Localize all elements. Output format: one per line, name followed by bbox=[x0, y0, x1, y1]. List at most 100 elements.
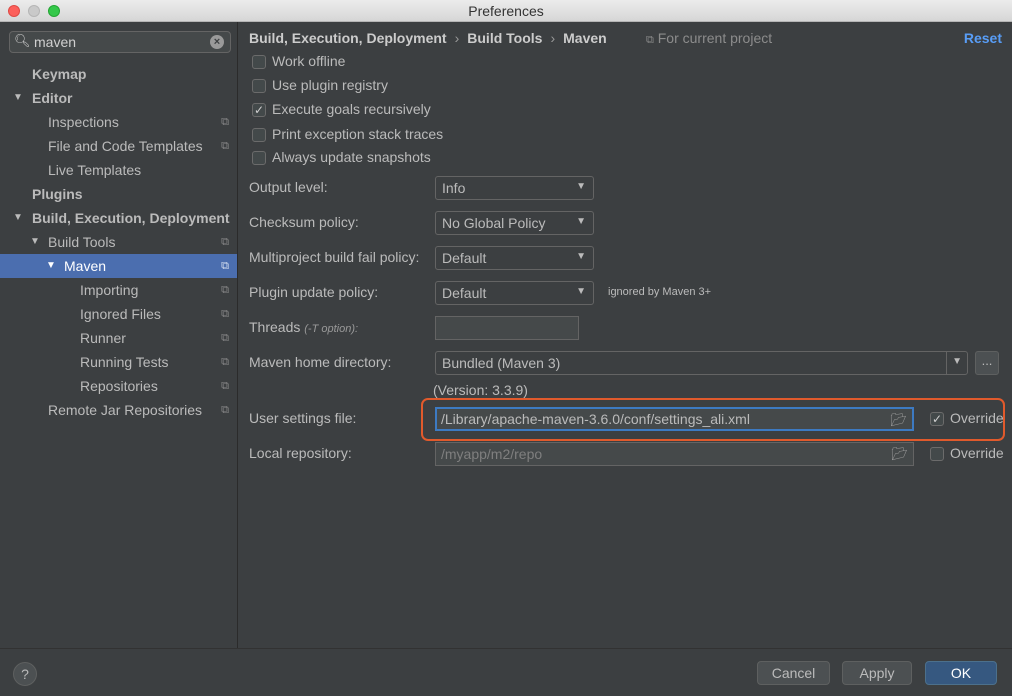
sidebar-item-label: Repositories bbox=[80, 378, 158, 394]
checkbox-label: Always update snapshots bbox=[272, 149, 431, 165]
folder-icon[interactable]: 📂︎ bbox=[891, 446, 908, 462]
settings-panel: Build, Execution, Deployment › Build Tools… bbox=[238, 22, 1012, 648]
project-scope-icon: ⧉ bbox=[221, 260, 229, 272]
clear-search-icon[interactable]: × bbox=[210, 35, 224, 49]
local-repository-field[interactable]: /myapp/m2/repo 📂︎ bbox=[435, 442, 914, 466]
sidebar-item-repositories[interactable]: Repositories ⧉ bbox=[0, 374, 237, 398]
cancel-button[interactable]: Cancel bbox=[757, 661, 830, 685]
sidebar-item-label: Build, Execution, Deployment bbox=[32, 210, 230, 226]
project-scope-icon: ⧉ bbox=[221, 284, 229, 296]
sidebar-item-keymap[interactable]: Keymap bbox=[0, 62, 237, 86]
sidebar-item-importing[interactable]: Importing ⧉ bbox=[0, 278, 237, 302]
sidebar-item-label: Importing bbox=[80, 282, 139, 298]
dialog-footer: ? Cancel Apply OK bbox=[0, 648, 1012, 696]
checkbox-label: Work offline bbox=[272, 53, 346, 69]
user-settings-value: /Library/apache-maven-3.6.0/conf/setting… bbox=[441, 411, 750, 427]
sidebar-item-file-and-code-templates[interactable]: File and Code Templates ⧉ bbox=[0, 134, 237, 158]
checkbox-box[interactable]: ✓ bbox=[930, 412, 944, 426]
expand-triangle-icon[interactable]: ▼ bbox=[13, 206, 23, 230]
expand-triangle-icon[interactable]: ▼ bbox=[30, 230, 40, 254]
checkbox-box[interactable] bbox=[252, 79, 266, 93]
sidebar-item-label: Runner bbox=[80, 330, 126, 346]
expand-triangle-icon[interactable]: ▼ bbox=[46, 254, 56, 278]
window-title: Preferences bbox=[468, 3, 544, 19]
project-scope-icon: ⧉ bbox=[221, 116, 229, 128]
sidebar-item-label: Live Templates bbox=[48, 162, 142, 178]
plugin-update-policy-label: Plugin update policy: bbox=[249, 284, 379, 300]
search-input[interactable]: 🔍︎ maven × bbox=[9, 31, 231, 53]
folder-icon[interactable]: 📂︎ bbox=[890, 412, 907, 428]
sidebar-item-build-tools[interactable]: ▼ Build Tools ⧉ bbox=[0, 230, 237, 254]
user-settings-label: User settings file: bbox=[249, 410, 357, 426]
breadcrumb-item: Build, Execution, Deployment bbox=[249, 30, 447, 46]
breadcrumb-separator-icon: › bbox=[550, 30, 556, 46]
ok-button[interactable]: OK bbox=[925, 661, 997, 685]
checkbox-label: Use plugin registry bbox=[272, 77, 388, 93]
apply-button[interactable]: Apply bbox=[842, 661, 912, 685]
maven-home-label: Maven home directory: bbox=[249, 354, 392, 370]
sidebar-item-remote-jar-repositories[interactable]: Remote Jar Repositories ⧉ bbox=[0, 398, 237, 422]
sidebar-item-label: Inspections bbox=[48, 114, 119, 130]
search-icon: 🔍︎ bbox=[14, 33, 31, 48]
title-bar: Preferences bbox=[0, 0, 1012, 22]
expand-triangle-icon[interactable]: ▼ bbox=[13, 86, 23, 110]
sidebar-item-runner[interactable]: Runner ⧉ bbox=[0, 326, 237, 350]
user-settings-field[interactable]: /Library/apache-maven-3.6.0/conf/setting… bbox=[435, 407, 914, 431]
checkbox-box[interactable] bbox=[252, 55, 266, 69]
sidebar-item-plugins[interactable]: Plugins bbox=[0, 182, 237, 206]
checkbox-box[interactable] bbox=[930, 447, 944, 461]
output-level-label: Output level: bbox=[249, 179, 328, 195]
reset-link[interactable]: Reset bbox=[964, 30, 1002, 46]
checkbox-box[interactable] bbox=[252, 128, 266, 142]
sidebar-item-label: Remote Jar Repositories bbox=[48, 402, 203, 418]
multiproject-fail-policy-select[interactable]: Default ▼ bbox=[435, 246, 594, 270]
breadcrumb-separator-icon: › bbox=[454, 30, 460, 46]
multiproject-fail-policy-label: Multiproject build fail policy: bbox=[249, 249, 420, 265]
checkbox-label: Execute goals recursively bbox=[272, 101, 431, 117]
sidebar-item-label: Plugins bbox=[32, 186, 83, 202]
sidebar-item-build-execution-deployment[interactable]: ▼ Build, Execution, Deployment bbox=[0, 206, 237, 230]
checkbox-label: Print exception stack traces bbox=[272, 126, 444, 142]
breadcrumb-item: Maven bbox=[563, 30, 607, 46]
checkbox-label: Override bbox=[950, 445, 1004, 461]
combo-divider bbox=[946, 352, 947, 374]
output-level-select[interactable]: Info ▼ bbox=[435, 176, 594, 200]
help-button[interactable]: ? bbox=[13, 662, 37, 686]
dropdown-arrow-icon: ▼ bbox=[952, 356, 962, 367]
select-value: Default bbox=[442, 250, 487, 266]
threads-input[interactable] bbox=[435, 316, 579, 340]
sidebar-item-maven[interactable]: ▼ Maven ⧉ bbox=[0, 254, 237, 278]
sidebar-item-inspections[interactable]: Inspections ⧉ bbox=[0, 110, 237, 134]
maven-home-select[interactable]: Bundled (Maven 3) ▼ bbox=[435, 351, 968, 375]
sidebar-item-editor[interactable]: ▼ Editor bbox=[0, 86, 237, 110]
select-value: No Global Policy bbox=[442, 215, 546, 231]
search-value: maven bbox=[34, 34, 77, 50]
project-scope-icon: ⧉ bbox=[221, 236, 229, 248]
sidebar-item-live-templates[interactable]: Live Templates bbox=[0, 158, 237, 182]
dropdown-arrow-icon: ▼ bbox=[576, 251, 586, 262]
sidebar-item-label: Keymap bbox=[32, 66, 87, 82]
checkbox-box[interactable]: ✓ bbox=[252, 103, 266, 117]
breadcrumb-item: Build Tools bbox=[467, 30, 543, 46]
sidebar-item-label: Build Tools bbox=[48, 234, 116, 250]
select-value: Default bbox=[442, 285, 487, 301]
project-scope-icon: ⧉ bbox=[221, 380, 229, 392]
project-scope-icon: ⧉ bbox=[221, 356, 229, 368]
browse-maven-home-button[interactable]: ... bbox=[975, 351, 999, 375]
plugin-update-policy-select[interactable]: Default ▼ bbox=[435, 281, 594, 305]
select-value: Info bbox=[442, 180, 466, 196]
project-scope-text: For current project bbox=[657, 30, 773, 46]
threads-hint: (-T option): bbox=[304, 323, 359, 335]
sidebar-item-running-tests[interactable]: Running Tests ⧉ bbox=[0, 350, 237, 374]
project-scope-icon: ⧉ bbox=[221, 404, 229, 416]
project-scope-icon: ⧉ bbox=[221, 308, 229, 320]
checksum-policy-select[interactable]: No Global Policy ▼ bbox=[435, 211, 594, 235]
sidebar-item-label: Running Tests bbox=[80, 354, 169, 370]
sidebar-item-ignored-files[interactable]: Ignored Files ⧉ bbox=[0, 302, 237, 326]
local-repository-value: /myapp/m2/repo bbox=[441, 446, 543, 462]
checkbox-box[interactable] bbox=[252, 151, 266, 165]
local-repository-label: Local repository: bbox=[249, 445, 352, 461]
sidebar-item-label: Editor bbox=[32, 90, 73, 106]
select-value: Bundled (Maven 3) bbox=[442, 355, 561, 371]
project-scope-label: ⧉ For current project bbox=[646, 30, 772, 47]
